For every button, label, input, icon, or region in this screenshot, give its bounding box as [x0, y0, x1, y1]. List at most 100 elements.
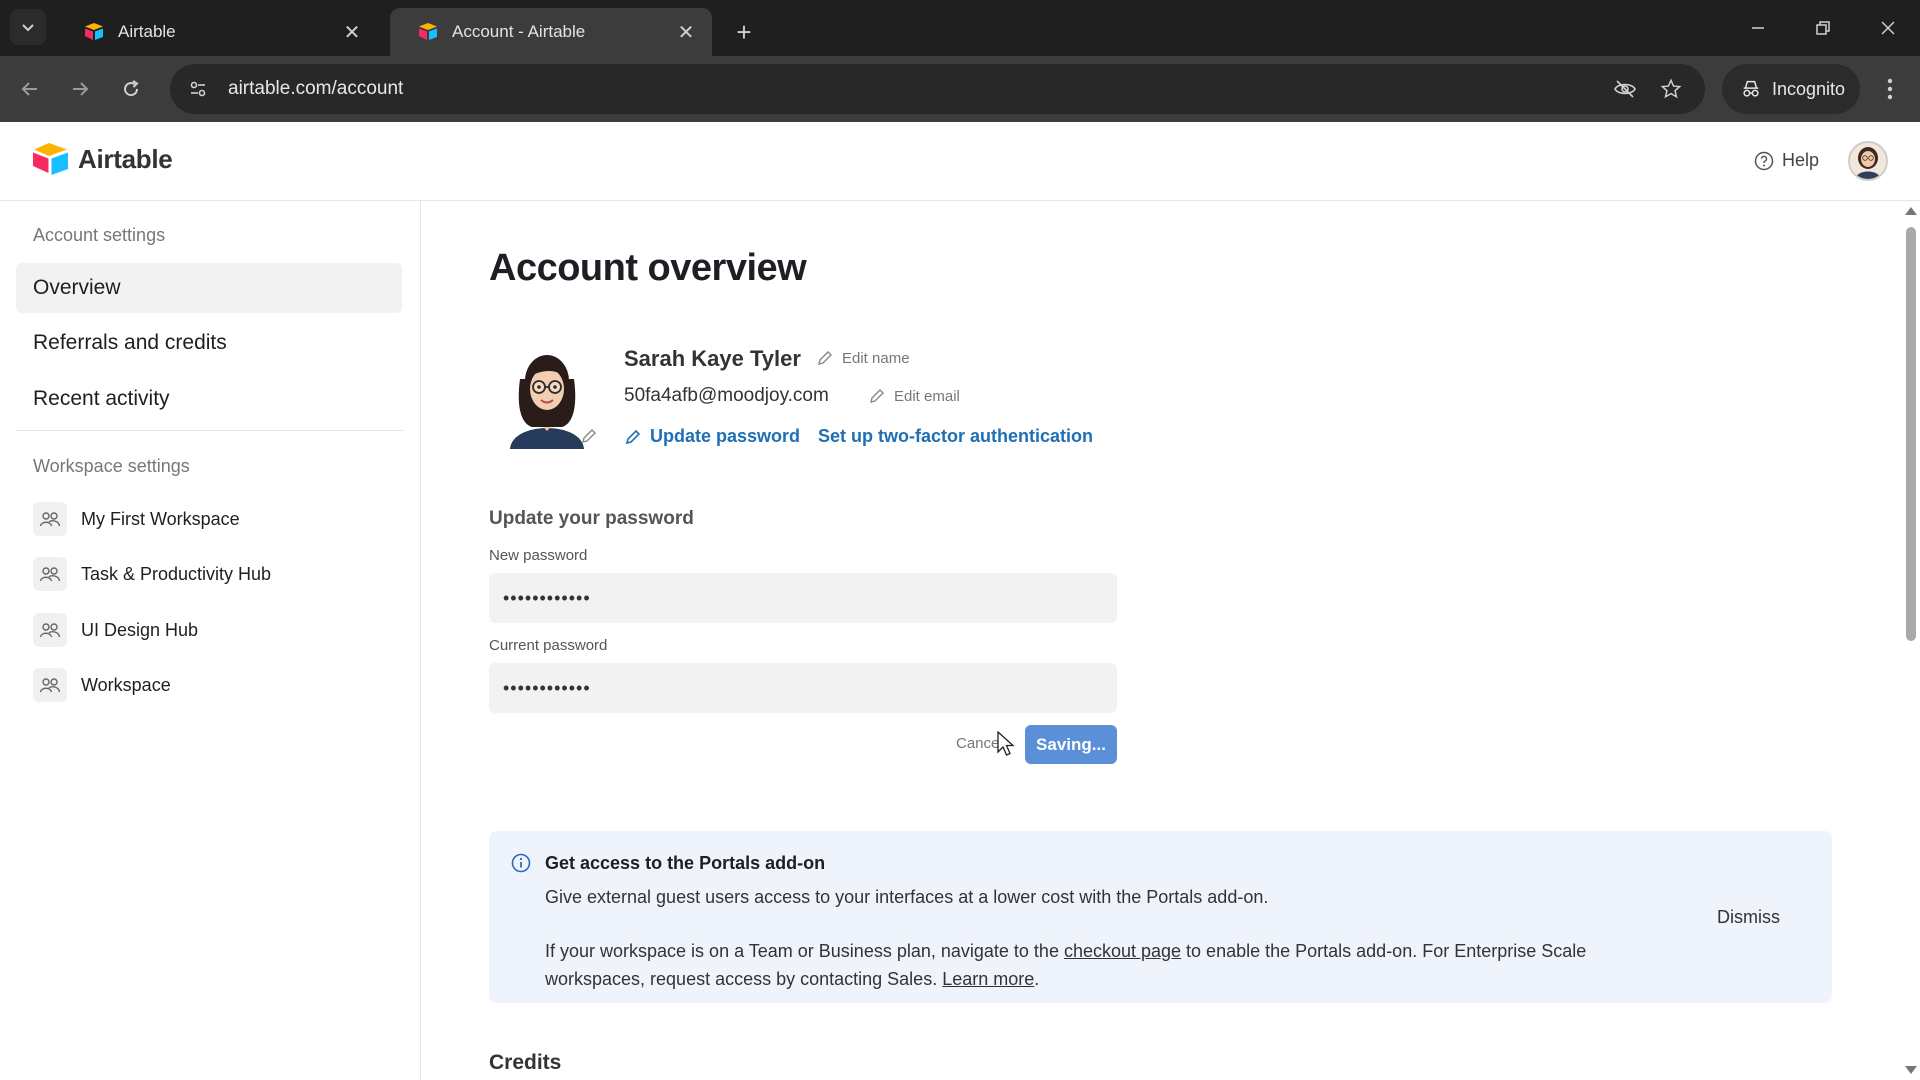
- workspace-label: My First Workspace: [81, 508, 240, 529]
- edit-email-label: Edit email: [894, 387, 960, 405]
- sidebar-item-label: Overview: [33, 276, 121, 299]
- browser-menu-button[interactable]: [1870, 69, 1910, 109]
- users-icon: [33, 557, 67, 591]
- update-password-heading: Update your password: [489, 508, 694, 529]
- help-button[interactable]: Help: [1754, 150, 1819, 171]
- avatar: [1850, 143, 1886, 179]
- profile-avatar[interactable]: [502, 339, 592, 449]
- sidebar-item-workspace[interactable]: My First Workspace: [33, 499, 240, 539]
- edit-name-button[interactable]: Edit name: [816, 349, 910, 367]
- tab-search-button[interactable]: [10, 9, 46, 45]
- browser-tabstrip: Airtable ✕ Account - Airtable ✕ +: [0, 0, 1920, 56]
- edit-name-label: Edit name: [842, 349, 910, 367]
- account-settings-heading: Account settings: [33, 225, 166, 245]
- update-password-label: Update password: [650, 426, 801, 446]
- cancel-button[interactable]: Cancel: [956, 735, 1003, 752]
- update-password-link[interactable]: Update password: [624, 426, 800, 447]
- chevron-down-icon: [22, 24, 34, 32]
- sidebar-item-workspace[interactable]: Workspace: [33, 665, 171, 705]
- reload-icon: [124, 80, 139, 97]
- browser-toolbar: airtable.com/account Incognito: [0, 56, 1920, 122]
- sidebar-item-workspace[interactable]: UI Design Hub: [33, 610, 198, 650]
- site-info-icon[interactable]: [178, 69, 218, 109]
- more-vertical-icon: [1887, 78, 1893, 100]
- learn-more-link[interactable]: Learn more: [942, 969, 1034, 989]
- workspace-label: Workspace: [81, 674, 171, 695]
- dismiss-button[interactable]: Dismiss: [1717, 907, 1780, 928]
- airtable-logo-icon: [33, 143, 68, 175]
- eye-off-icon[interactable]: [1607, 71, 1643, 107]
- two-factor-link[interactable]: Set up two-factor authentication: [818, 426, 1093, 447]
- banner-text: If your workspace is on a Team or Busine…: [545, 941, 1064, 961]
- workspace-settings-heading: Workspace settings: [33, 456, 190, 476]
- minimize-button[interactable]: [1738, 10, 1778, 46]
- close-tab-icon[interactable]: ✕: [674, 20, 698, 44]
- page-title: Account overview: [489, 247, 807, 289]
- scroll-up-icon[interactable]: [1905, 207, 1917, 215]
- workspace-label: UI Design Hub: [81, 619, 199, 640]
- profile-name: Sarah Kaye Tyler: [624, 346, 801, 371]
- banner-instructions: If your workspace is on a Team or Busine…: [545, 937, 1605, 993]
- sidebar-item-label: Recent activity: [33, 387, 170, 410]
- help-circle-icon: [1754, 151, 1774, 170]
- mouse-cursor-icon: [997, 731, 1015, 756]
- edit-avatar-pencil-icon[interactable]: [580, 427, 598, 450]
- address-bar[interactable]: airtable.com/account: [170, 64, 1705, 114]
- incognito-badge[interactable]: Incognito: [1722, 64, 1860, 114]
- scroll-thumb[interactable]: [1906, 227, 1916, 641]
- pencil-icon: [870, 389, 884, 403]
- banner-text: .: [1034, 969, 1040, 989]
- portals-addon-banner: Get access to the Portals add-on Give ex…: [489, 831, 1832, 1003]
- arrow-right-icon: [73, 82, 89, 96]
- current-password-label: Current password: [489, 637, 608, 654]
- user-avatar-button[interactable]: [1848, 141, 1888, 181]
- users-icon: [33, 502, 67, 536]
- users-icon: [33, 668, 67, 702]
- sidebar-item-workspace[interactable]: Task & Productivity Hub: [33, 554, 271, 594]
- info-icon: [511, 853, 531, 878]
- restore-button[interactable]: [1803, 10, 1843, 46]
- sidebar-item-label: Referrals and credits: [33, 331, 227, 354]
- sidebar-item-overview[interactable]: Overview: [16, 263, 402, 313]
- new-password-label: New password: [489, 547, 588, 564]
- two-factor-label: Set up two-factor authentication: [818, 426, 1094, 446]
- incognito-icon: [1743, 80, 1759, 97]
- save-password-button[interactable]: Saving...: [1025, 725, 1117, 764]
- browser-tab-airtable[interactable]: Airtable ✕: [56, 8, 378, 56]
- airtable-favicon-icon: [419, 23, 437, 40]
- sidebar-item-referrals[interactable]: Referrals and credits: [16, 318, 402, 368]
- forward-button[interactable]: [60, 69, 100, 109]
- incognito-label: Incognito: [1772, 78, 1846, 99]
- bookmark-star-icon[interactable]: [1653, 71, 1689, 107]
- workspace-label: Task & Productivity Hub: [81, 563, 272, 584]
- pencil-icon: [818, 351, 832, 365]
- new-tab-button[interactable]: +: [726, 14, 762, 50]
- current-password-input[interactable]: [489, 663, 1117, 713]
- close-window-button[interactable]: [1868, 10, 1908, 46]
- close-tab-icon[interactable]: ✕: [340, 20, 364, 44]
- tab-title: Account - Airtable: [452, 22, 586, 41]
- close-icon: [1881, 21, 1895, 35]
- profile-email: 50fa4afb@moodjoy.com: [624, 385, 829, 406]
- page-scrollbar[interactable]: [1902, 201, 1920, 1080]
- browser-tab-account[interactable]: Account - Airtable ✕: [390, 8, 712, 56]
- back-button[interactable]: [10, 69, 50, 109]
- settings-sidebar: Account settings Overview Referrals and …: [0, 201, 421, 1080]
- brand-name: Airtable: [78, 143, 173, 174]
- sidebar-divider: [16, 430, 404, 431]
- minimize-icon: [1752, 27, 1764, 29]
- new-password-input[interactable]: [489, 573, 1117, 623]
- checkout-page-link[interactable]: checkout page: [1064, 941, 1181, 961]
- airtable-logo[interactable]: Airtable: [32, 142, 173, 176]
- banner-title: Get access to the Portals add-on: [545, 853, 826, 873]
- arrow-left-icon: [21, 82, 37, 96]
- tab-title: Airtable: [118, 22, 176, 41]
- sidebar-item-recent-activity[interactable]: Recent activity: [16, 374, 402, 424]
- edit-email-button[interactable]: Edit email: [868, 387, 960, 405]
- reload-button[interactable]: [111, 69, 151, 109]
- credits-heading: Credits: [489, 1051, 562, 1074]
- banner-description: Give external guest users access to your…: [545, 887, 1269, 907]
- app-header: Airtable Help: [0, 122, 1920, 201]
- scroll-down-icon[interactable]: [1905, 1066, 1917, 1074]
- url-text: airtable.com/account: [228, 78, 404, 99]
